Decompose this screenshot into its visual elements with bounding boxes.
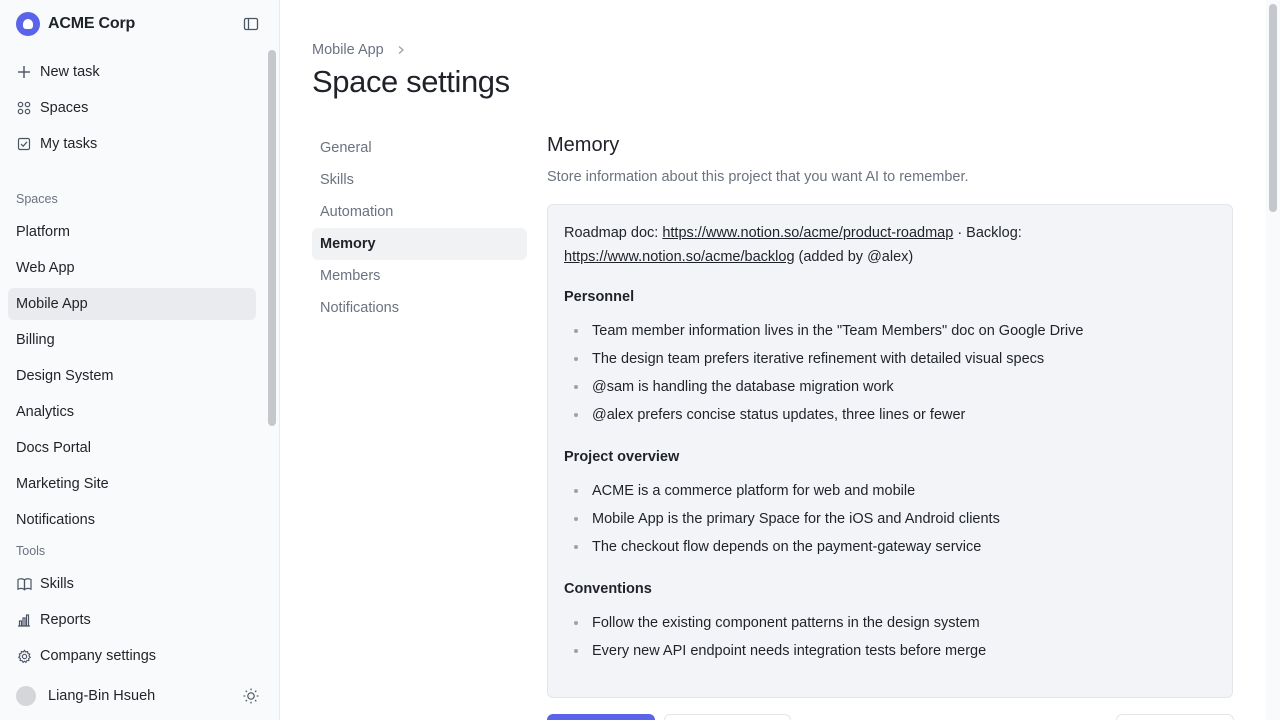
page-scrollbar-thumb[interactable] [1269,4,1277,212]
breadcrumb-link-mobile-app[interactable]: Mobile App [312,42,384,58]
gear-icon [16,648,32,664]
tools-section-label: Tools [16,544,46,558]
subnav-memory[interactable]: Memory [312,228,527,260]
tool-item-skills[interactable]: Skills [8,568,256,600]
nav-label: Skills [40,576,74,592]
space-item-design-system[interactable]: Design System [8,360,256,392]
space-label: Web App [16,260,75,276]
space-item-notifications[interactable]: Notifications [8,504,256,536]
tertiary-action-button[interactable] [1116,714,1234,720]
secondary-action-button[interactable] [664,714,791,720]
memory-heading-project-overview: Project overview [564,449,680,465]
list-item: The design team prefers iterative refine… [564,345,1216,373]
page-title: Space settings [312,64,510,99]
list-item: @alex prefers concise status updates, th… [564,401,1216,429]
memory-heading-conventions: Conventions [564,581,652,597]
list-item: ACME is a commerce platform for web and … [564,477,1216,505]
sidebar-panel-icon [243,17,259,31]
grid-icon [16,100,32,116]
workspace-name: ACME Corp [48,15,136,32]
sidebar: ACME Corp New task Spaces My tasks Space… [0,0,280,720]
space-label: Notifications [16,512,95,528]
nav-label: Company settings [40,648,157,664]
nav-label: Spaces [40,100,89,116]
chevron-right-icon [398,46,404,54]
memory-list-personnel: Team member information lives in the "Te… [564,317,1216,429]
checkbox-icon [16,136,32,152]
workspace-brand[interactable]: ACME Corp [16,12,135,36]
plus-icon [16,64,32,80]
space-label: Design System [16,368,114,384]
list-item: Follow the existing component patterns i… [564,609,1216,637]
list-item: Team member information lives in the "Te… [564,317,1216,345]
subnav-automation[interactable]: Automation [312,196,527,228]
space-item-mobile-app[interactable]: Mobile App [8,288,256,320]
space-item-web-app[interactable]: Web App [8,252,256,284]
subnav-members[interactable]: Members [312,260,527,292]
space-item-platform[interactable]: Platform [8,216,256,248]
space-label: Mobile App [16,296,88,312]
user-name: Liang-Bin Hsueh [48,688,156,704]
space-label: Marketing Site [16,476,109,492]
subnav-skills[interactable]: Skills [312,164,527,196]
nav-label: My tasks [40,136,98,152]
subnav-notifications[interactable]: Notifications [312,292,527,324]
tool-item-company-settings[interactable]: Company settings [8,640,256,672]
bar-chart-icon [16,612,32,628]
avatar [16,686,36,706]
list-item: Mobile App is the primary Space for the … [564,505,1216,533]
list-item: @sam is handling the database migration … [564,373,1216,401]
space-item-docs-portal[interactable]: Docs Portal [8,432,256,464]
intro-suffix: (added by @alex) [794,249,914,265]
acme-logo-icon [16,12,40,36]
spaces-nav-item[interactable]: Spaces [8,92,256,124]
space-label: Billing [16,332,55,348]
memory-list-project-overview: ACME is a commerce platform for web and … [564,477,1216,561]
backlog-link[interactable]: https://www.notion.so/acme/backlog [564,249,795,265]
nav-label: New task [40,64,100,80]
space-label: Platform [16,224,70,240]
memory-intro: Roadmap doc: https://www.notion.so/acme/… [564,221,1216,269]
memory-list-conventions: Follow the existing component patterns i… [564,609,1216,665]
space-label: Analytics [16,404,75,420]
memory-heading-personnel: Personnel [564,289,635,305]
user-profile[interactable]: Liang-Bin Hsueh [16,684,155,708]
roadmap-prefix: Roadmap doc: [564,225,663,241]
primary-action-button[interactable] [547,714,655,720]
space-item-analytics[interactable]: Analytics [8,396,256,428]
memory-content-editor[interactable]: Roadmap doc: https://www.notion.so/acme/… [547,204,1233,698]
subnav-general[interactable]: General [312,132,527,164]
sidebar-toggle-button[interactable] [243,16,259,32]
space-item-billing[interactable]: Billing [8,324,256,356]
sidebar-scrollbar-thumb[interactable] [268,50,276,426]
memory-section-title: Memory [547,134,620,156]
nav-label: Reports [40,612,91,628]
spaces-section-label: Spaces [16,192,58,206]
tool-item-reports[interactable]: Reports [8,604,256,636]
new-task-button[interactable]: New task [8,56,256,88]
sun-icon [243,688,259,704]
my-tasks-nav-item[interactable]: My tasks [8,128,256,160]
space-item-marketing-site[interactable]: Marketing Site [8,468,256,500]
space-label: Docs Portal [16,440,91,456]
breadcrumb: Mobile App [312,41,406,59]
theme-toggle-button[interactable] [242,687,260,705]
list-item: The checkout flow depends on the payment… [564,533,1216,561]
backlog-prefix: · Backlog: [953,225,1022,241]
book-icon [16,576,32,592]
memory-section-description: Store information about this project tha… [547,169,969,185]
roadmap-link[interactable]: https://www.notion.so/acme/product-roadm… [662,225,953,241]
list-item: Every new API endpoint needs integration… [564,637,1216,665]
